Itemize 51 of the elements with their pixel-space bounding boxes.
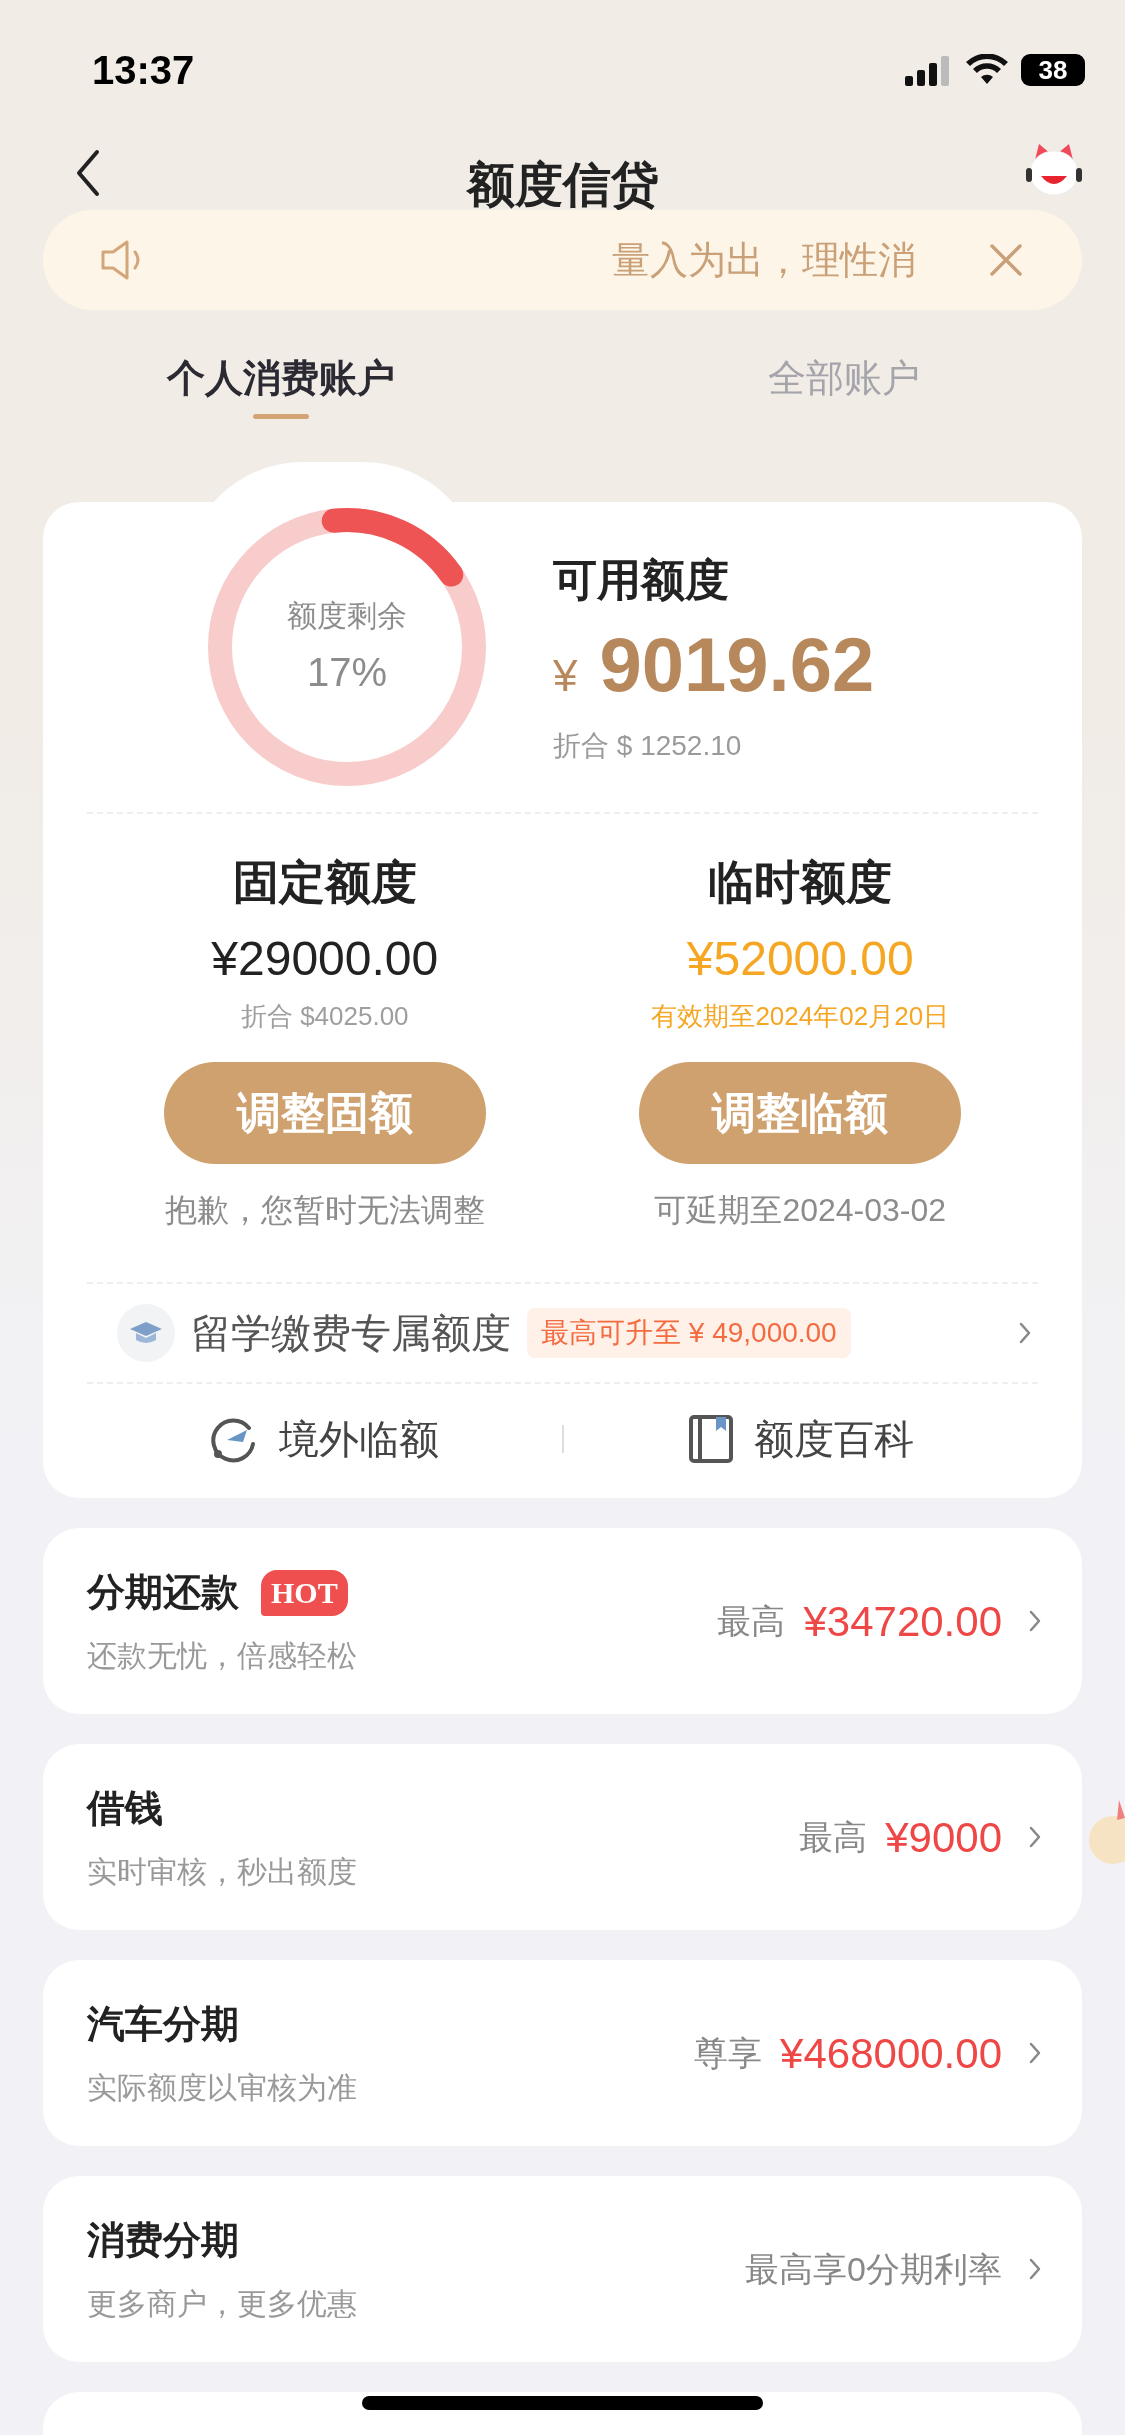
chevron-right-icon: [1028, 1609, 1042, 1633]
limit-amount: ¥52000.00: [686, 931, 914, 987]
limit-note: 折合 $4025.00: [240, 1000, 409, 1033]
limit-title: 固定额度: [232, 855, 417, 910]
product-card[interactable]: 消费分期 更多商户，更多优惠 最高享0分期利率: [43, 2176, 1082, 2362]
chevron-right-icon: [1028, 1825, 1042, 1849]
product-title: 汽车分期: [87, 2002, 239, 2047]
page-title: 额度信贷: [466, 157, 659, 213]
chevron-right-icon: [1028, 2257, 1042, 2281]
product-subtitle: 还款无忧，倍感轻松: [87, 1638, 357, 1674]
product-card[interactable]: 借钱 实时审核，秒出额度 最高 ¥9000: [43, 1744, 1082, 1930]
study-label: 留学缴费专属额度: [191, 1310, 511, 1357]
book-icon: [687, 1414, 734, 1464]
limit-note: 有效期至2024年02月20日: [651, 1000, 950, 1033]
product-card[interactable]: 汽车分期 实际额度以审核为准 尊享 ¥468000.00: [43, 1960, 1082, 2146]
product-subtitle: 实时审核，秒出额度: [87, 1854, 357, 1890]
gauge-label: 额度剩余: [287, 597, 407, 634]
product-title: 借钱: [87, 1786, 163, 1831]
product-card[interactable]: 分期还款 HOT 还款无忧，倍感轻松 最高 ¥34720.00: [43, 1528, 1082, 1714]
chevron-right-icon: [1028, 2041, 1042, 2065]
status-time: 13:37: [92, 47, 195, 94]
available-amount: 9019.62: [599, 627, 875, 703]
product-amount: ¥9000: [885, 1812, 1002, 1863]
converted-amount: 折合 $ 1252.10: [553, 729, 743, 763]
quick-link[interactable]: 额度百科: [563, 1409, 1038, 1469]
study-row[interactable]: 留学缴费专属额度 最高可升至 ¥ 49,000.00: [87, 1284, 1038, 1382]
adjust-note: 可延期至2024-03-02: [654, 1191, 947, 1230]
product-title: 消费分期: [87, 2218, 239, 2263]
battery-indicator: 38: [1021, 54, 1085, 86]
quick-link[interactable]: 境外临额: [87, 1409, 562, 1469]
limit-title: 临时额度: [708, 855, 893, 910]
amount-prefix: 最高: [717, 1600, 786, 1642]
gauge-percent: 17%: [306, 648, 388, 696]
product-amount: ¥468000.00: [780, 2028, 1002, 2079]
product-subtitle: 更多商户，更多优惠: [87, 2286, 357, 2322]
notice-text: 量入为出，理性消: [612, 237, 916, 283]
limit-tag: 最高可升至 ¥ 49,000.00: [527, 1308, 851, 1358]
adjust-note: 抱歉，您暂时无法调整: [164, 1191, 485, 1230]
wifi-icon: [965, 54, 1009, 86]
account-tab[interactable]: 个人消费账户: [0, 310, 563, 440]
product-subtitle: 实际额度以审核为准: [87, 2070, 357, 2106]
product-offer: 最高享0分期利率: [745, 2248, 1002, 2290]
product-amount: ¥34720.00: [803, 1596, 1002, 1647]
available-label: 可用额度: [553, 554, 730, 606]
currency-symbol: ¥: [553, 650, 578, 702]
limit-amount: ¥29000.00: [211, 931, 439, 987]
amount-prefix: 尊享: [694, 2032, 763, 2074]
amount-prefix: 最高: [799, 1816, 868, 1858]
hot-badge: HOT: [261, 1569, 348, 1616]
chevron-right-icon: [1018, 1321, 1032, 1345]
product-title: 分期还款: [87, 1570, 239, 1615]
